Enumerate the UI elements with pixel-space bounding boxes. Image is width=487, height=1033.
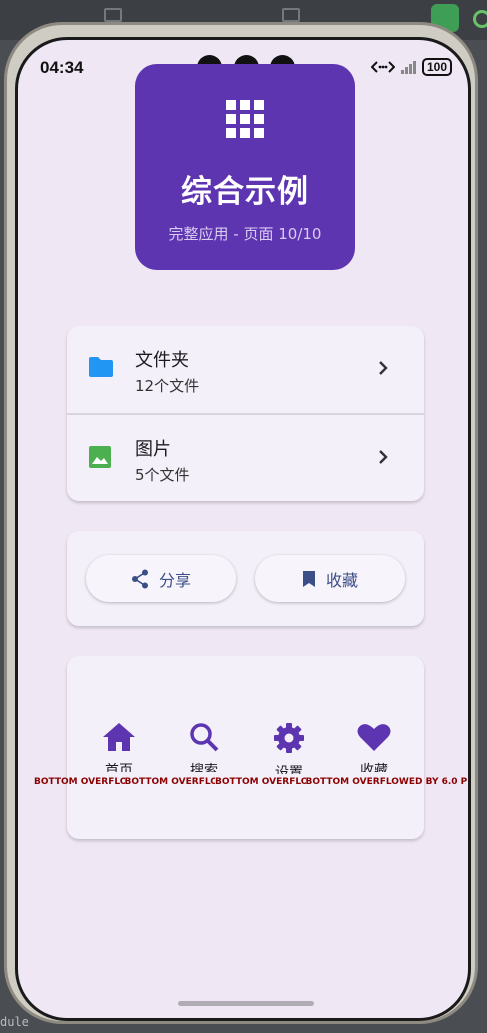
folder-icon [89, 357, 113, 377]
list-item-subtitle: 5个文件 [135, 466, 190, 484]
list-item-subtitle: 12个文件 [135, 377, 200, 395]
nav-label: 收藏 [360, 763, 388, 772]
ide-debug-icon [473, 10, 487, 28]
overflow-text: BOTTOM OVERFLOWED BY 6.0 PIXELS [305, 777, 471, 787]
status-time: 04:34 [40, 58, 84, 77]
image-icon [89, 446, 111, 468]
chevron-right-icon [379, 450, 388, 464]
ide-tool-icon [104, 8, 122, 22]
nav-label: 设置 [275, 765, 303, 774]
header-card: 综合示例 完整应用 - 页面 10/10 [135, 64, 355, 270]
list-item-folder[interactable]: 文件夹 12个文件 [67, 326, 424, 413]
nav-item-search[interactable]: 搜索 [174, 722, 234, 772]
nav-label: 首页 [105, 763, 133, 772]
signal-icon [400, 60, 416, 74]
overflow-text: BOTTOM OVERFLO [215, 777, 306, 787]
data-transfer-icon [370, 61, 395, 73]
actions-card: 分享 收藏 [67, 531, 424, 626]
nav-item-favorites[interactable]: 收藏 [344, 722, 404, 772]
home-indicator[interactable] [178, 1001, 314, 1006]
share-button[interactable]: 分享 [86, 555, 236, 602]
nav-label: 搜索 [190, 763, 218, 772]
gear-icon [274, 723, 304, 753]
overflow-warning: BOTTOM OVERFLO BOTTOM OVERFLO BOTTOM OVE… [34, 777, 471, 787]
list-item-title: 文件夹 [135, 350, 189, 371]
ide-bottom-text: dule [0, 1015, 29, 1029]
apps-grid-icon [226, 100, 264, 138]
search-icon [190, 723, 219, 752]
heart-icon [357, 724, 391, 751]
bookmark-icon [302, 570, 315, 587]
file-list-card: 文件夹 12个文件 图片 5个文件 [67, 326, 424, 501]
share-icon [131, 569, 148, 588]
bookmark-button[interactable]: 收藏 [255, 555, 405, 602]
ide-tool-icon [282, 8, 300, 22]
nav-item-home[interactable]: 首页 [89, 722, 149, 772]
bookmark-label: 收藏 [325, 570, 358, 590]
status-icons: 100 [370, 58, 452, 76]
phone-frame: 04:34 100 综合示例 完整应用 - 页面 10/10 文件夹 12个文件… [4, 22, 478, 1024]
overflow-text: BOTTOM OVERFLO [34, 777, 125, 787]
share-label: 分享 [158, 570, 191, 590]
list-item-title: 图片 [135, 439, 171, 460]
nav-item-settings[interactable]: 设置 [259, 722, 319, 774]
page-title: 综合示例 [181, 174, 309, 210]
battery-icon: 100 [421, 58, 452, 76]
app-screen: 04:34 100 综合示例 完整应用 - 页面 10/10 文件夹 12个文件… [15, 37, 471, 1021]
chevron-right-icon [379, 361, 388, 375]
bottom-nav-card: 首页 搜索 设置 收藏 [67, 656, 424, 839]
home-icon [103, 723, 135, 751]
overflow-text: BOTTOM OVERFLO [124, 777, 216, 787]
page-subtitle: 完整应用 - 页面 10/10 [168, 225, 322, 243]
list-item-images[interactable]: 图片 5个文件 [67, 413, 424, 500]
